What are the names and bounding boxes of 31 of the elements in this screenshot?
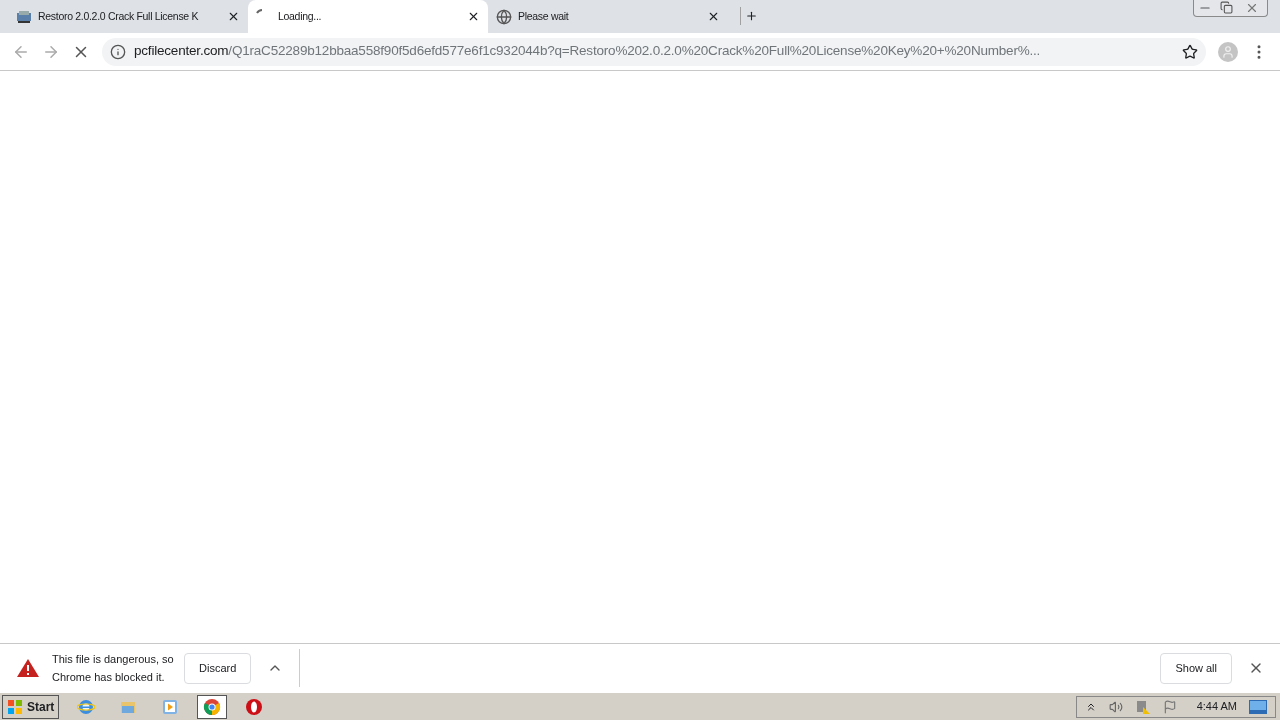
bookmark-star-icon[interactable] [1182, 43, 1198, 60]
url-text: pcfilecenter.com/Q1raC52289b12bbaa558f90f5d6efd577e6f1c932044b?q=Restoro%202.0.2.0%20Crack%20Full%20License%20Key%20+%20Number%... [134, 42, 1041, 61]
close-icon[interactable] [467, 10, 480, 23]
speaker-icon[interactable] [1108, 699, 1123, 714]
browser-tab[interactable]: Loading... [248, 0, 488, 33]
new-tab-icon[interactable] [740, 7, 758, 25]
start-button[interactable]: Start [2, 694, 60, 719]
close-icon[interactable] [227, 10, 240, 23]
chrome-icon [203, 697, 222, 716]
media-player-icon [161, 697, 180, 716]
tab-title: Please wait [518, 8, 569, 24]
browser-e-icon [77, 697, 96, 716]
info-icon[interactable] [110, 43, 126, 60]
taskbar-button[interactable] [197, 694, 228, 719]
show-all-button[interactable]: Show all [1160, 652, 1232, 684]
flag-icon[interactable] [1162, 699, 1177, 714]
show-desktop-icon[interactable] [1249, 699, 1267, 714]
globe-icon [496, 8, 512, 25]
windows-logo-icon [7, 698, 23, 715]
download-warning-text: This file is dangerous, so Chrome has blocked it. [52, 652, 175, 685]
tab-title: Loading... [278, 8, 322, 24]
restore-icon[interactable] [1220, 1, 1233, 14]
tab-title: Restoro 2.0.2.0 Crack Full License K [38, 8, 199, 24]
close-icon[interactable] [707, 10, 720, 23]
app-icon [16, 8, 32, 25]
clock: 4:44 AM [1196, 699, 1237, 715]
opera-icon [245, 697, 264, 716]
warning-icon [16, 658, 40, 678]
address-bar[interactable]: pcfilecenter.com/Q1raC52289b12bbaa558f90f5d6efd577e6f1c932044b?q=Restoro%202.0.2.0%20Crack%20Full%20License%20Key%20+%20Number%... [102, 37, 1206, 66]
discard-button[interactable]: Discard [184, 652, 252, 684]
spinner-icon [256, 8, 263, 14]
